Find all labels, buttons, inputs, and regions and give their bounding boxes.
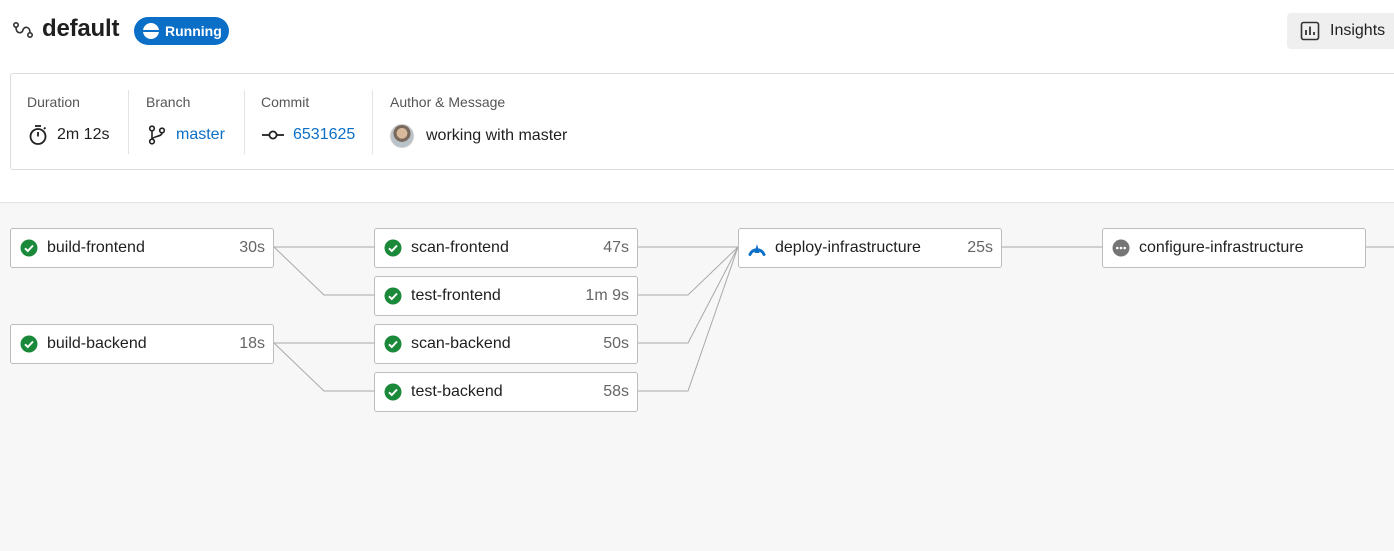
success-check-icon bbox=[384, 287, 402, 305]
job-build-backend[interactable]: build-backend 18s bbox=[10, 324, 274, 364]
job-duration: 50s bbox=[603, 335, 629, 352]
job-name: test-frontend bbox=[411, 287, 501, 304]
job-name: build-frontend bbox=[47, 239, 145, 256]
job-name: scan-backend bbox=[411, 335, 511, 352]
job-scan-backend[interactable]: scan-backend 50s bbox=[374, 324, 638, 364]
success-check-icon bbox=[20, 239, 38, 257]
stopwatch-icon bbox=[29, 125, 47, 145]
bar-chart-icon bbox=[1300, 21, 1320, 41]
job-duration: 25s bbox=[967, 239, 993, 256]
job-test-frontend[interactable]: test-frontend 1m 9s bbox=[374, 276, 638, 316]
duration-label: Duration bbox=[27, 94, 80, 110]
branch-link[interactable]: master bbox=[176, 126, 225, 144]
duration-text: 2m 12s bbox=[57, 126, 110, 143]
divider bbox=[128, 90, 129, 154]
success-check-icon bbox=[384, 335, 402, 353]
success-check-icon bbox=[20, 335, 38, 353]
pipeline-info-panel: Duration 2m 12s Branch master Commit 653… bbox=[10, 73, 1394, 170]
branch-value: master bbox=[146, 124, 225, 146]
job-name: test-backend bbox=[411, 383, 503, 400]
job-scan-frontend[interactable]: scan-frontend 47s bbox=[374, 228, 638, 268]
pipeline-header: default Running Insights bbox=[0, 0, 1394, 62]
commit-label: Commit bbox=[261, 94, 310, 110]
insights-label: Insights bbox=[1330, 22, 1386, 39]
author-label: Author & Message bbox=[390, 94, 506, 110]
success-check-icon bbox=[384, 239, 402, 257]
job-test-backend[interactable]: test-backend 58s bbox=[374, 372, 638, 412]
duration-value: 2m 12s bbox=[27, 124, 109, 146]
job-duration: 47s bbox=[603, 239, 629, 256]
git-commit-icon bbox=[262, 130, 284, 140]
job-duration: 30s bbox=[239, 239, 265, 256]
commit-link[interactable]: 6531625 bbox=[293, 126, 355, 144]
success-check-icon bbox=[384, 383, 402, 401]
job-name: configure-infrastructure bbox=[1139, 239, 1304, 256]
job-configure-infrastructure[interactable]: configure-infrastructure bbox=[1102, 228, 1366, 268]
page-title: default bbox=[42, 15, 120, 42]
commit-value: 6531625 bbox=[261, 124, 355, 146]
running-icon bbox=[143, 23, 159, 39]
pending-icon bbox=[1112, 239, 1130, 257]
workflow-graph: build-frontend 30s build-backend 18s sca… bbox=[0, 202, 1394, 551]
job-duration: 18s bbox=[239, 335, 265, 352]
workflow-icon bbox=[12, 21, 34, 39]
author-value: working with master bbox=[390, 124, 567, 148]
job-name: deploy-infrastructure bbox=[775, 239, 921, 256]
job-build-frontend[interactable]: build-frontend 30s bbox=[10, 228, 274, 268]
job-deploy-infrastructure[interactable]: deploy-infrastructure 25s bbox=[738, 228, 1002, 268]
job-name: build-backend bbox=[47, 335, 147, 352]
branch-label: Branch bbox=[146, 94, 191, 110]
insights-button[interactable]: Insights bbox=[1287, 13, 1394, 49]
job-duration: 58s bbox=[603, 383, 629, 400]
divider bbox=[244, 90, 245, 154]
git-branch-icon bbox=[148, 125, 166, 145]
job-duration: 1m 9s bbox=[585, 287, 629, 304]
running-spinner-icon bbox=[748, 244, 766, 256]
avatar bbox=[390, 124, 414, 148]
job-name: scan-frontend bbox=[411, 239, 509, 256]
status-label: Running bbox=[165, 23, 222, 39]
commit-message: working with master bbox=[426, 127, 568, 144]
status-badge: Running bbox=[134, 17, 229, 45]
divider bbox=[372, 90, 373, 154]
